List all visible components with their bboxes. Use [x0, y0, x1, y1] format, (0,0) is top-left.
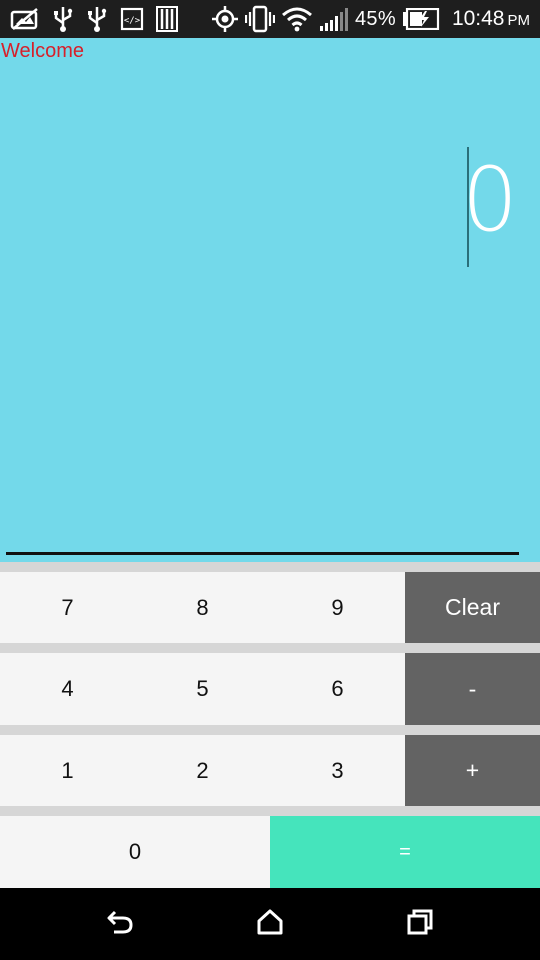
home-button[interactable] [230, 888, 310, 960]
recent-apps-button[interactable] [380, 888, 460, 960]
key-4[interactable]: 4 [0, 653, 135, 725]
no-picture-icon [10, 0, 40, 38]
equals-button[interactable]: = [270, 816, 540, 888]
welcome-label: Welcome [1, 40, 84, 62]
usb-icon [86, 0, 108, 38]
back-button[interactable] [80, 888, 160, 960]
code-icon: </> [120, 0, 144, 38]
clock-time: 10:48 [451, 7, 505, 30]
key-2[interactable]: 2 [135, 735, 270, 806]
back-icon [105, 908, 135, 941]
home-icon [256, 908, 284, 941]
status-bar: </> 45% 10:48 PM [0, 0, 540, 38]
wifi-icon [281, 0, 313, 38]
key-9[interactable]: 9 [270, 572, 405, 643]
key-5[interactable]: 5 [135, 653, 270, 725]
status-bar-notifications: </> [10, 0, 178, 38]
plus-button[interactable]: + [405, 735, 540, 806]
calculator-display: Welcome 0 [0, 38, 540, 562]
keypad: 7 8 9 Clear 4 5 6 - 1 2 3 + 0 = [0, 562, 540, 888]
key-1[interactable]: 1 [0, 735, 135, 806]
key-6[interactable]: 6 [270, 653, 405, 725]
battery-percent: 45% [355, 7, 396, 30]
gps-icon [211, 0, 239, 38]
navigation-bar [0, 888, 540, 960]
clock-ampm: PM [507, 12, 531, 29]
key-7[interactable]: 7 [0, 572, 135, 643]
minus-button[interactable]: - [405, 653, 540, 725]
signal-icon [319, 0, 349, 38]
key-3[interactable]: 3 [270, 735, 405, 806]
svg-text:</>: </> [124, 16, 141, 26]
usb-icon [52, 0, 74, 38]
key-0[interactable]: 0 [0, 816, 270, 888]
storage-icon [156, 0, 178, 38]
recent-apps-icon [406, 908, 434, 941]
result-field[interactable]: 0 [462, 156, 518, 244]
clear-button[interactable]: Clear [405, 572, 540, 643]
vibrate-icon [245, 0, 275, 38]
status-bar-system: 45% 10:48 PM [211, 0, 530, 38]
key-8[interactable]: 8 [135, 572, 270, 643]
clock: 10:48 PM [452, 7, 530, 31]
display-underline [6, 552, 519, 555]
battery-charging-icon [402, 0, 440, 38]
